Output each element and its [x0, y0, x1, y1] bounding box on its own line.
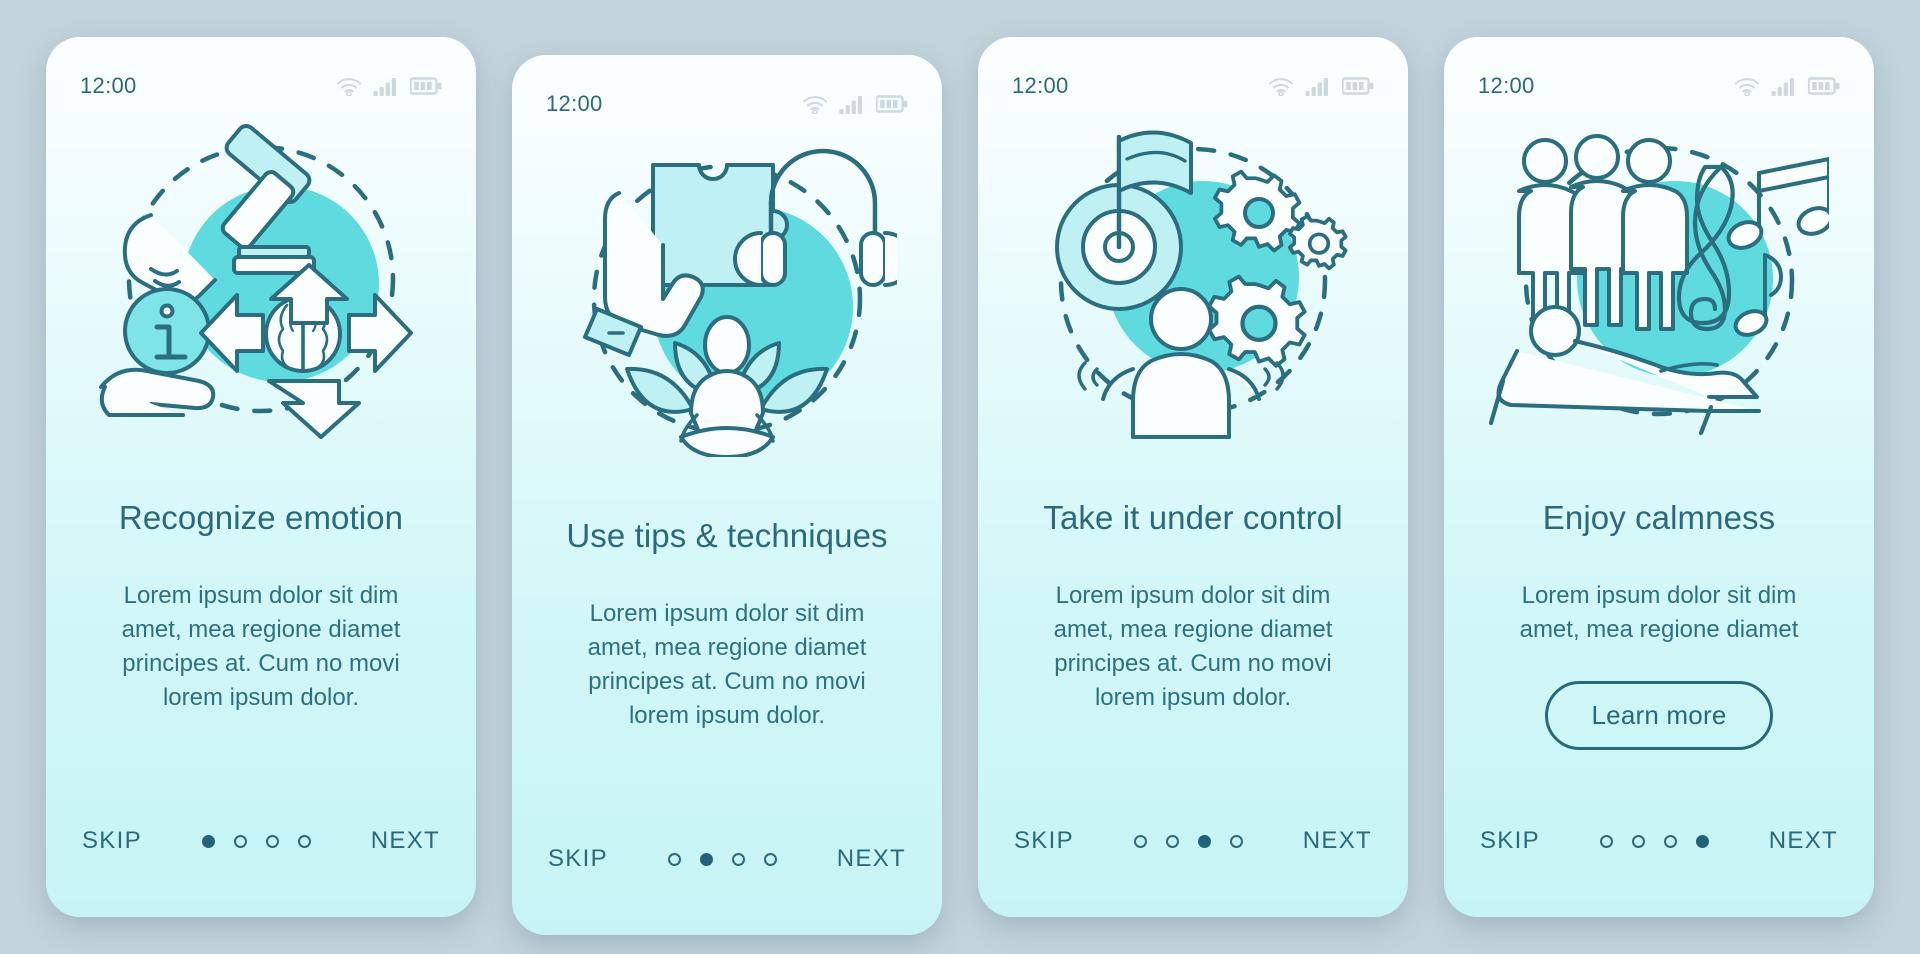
pagination-dots [667, 852, 777, 866]
signal-icon [839, 96, 862, 114]
status-bar: 12:00 [1444, 37, 1874, 111]
pagination-dots [1133, 834, 1243, 848]
pagination-dot-1[interactable] [667, 852, 681, 866]
phone-screen-enjoy-calmness: 12:00 Enjoy calmness Lorem ipsum dolor s… [1444, 37, 1874, 917]
pagination-dot-2[interactable] [1165, 834, 1179, 848]
status-bar: 12:00 [46, 37, 476, 111]
status-bar: 12:00 [512, 55, 942, 129]
status-clock: 12:00 [546, 91, 603, 116]
screen-title: Recognize emotion [118, 499, 404, 536]
status-icon-group [1268, 76, 1374, 96]
next-button[interactable]: NEXT [371, 827, 440, 855]
pagination-dot-4[interactable] [1695, 834, 1709, 848]
illustration-use-tips [512, 129, 942, 459]
skip-button[interactable]: SKIP [1014, 827, 1074, 855]
onboarding-footer: SKIP NEXT [512, 805, 942, 935]
pagination-dot-4[interactable] [297, 834, 311, 848]
wifi-icon [1735, 78, 1759, 96]
phone-screen-take-control: 12:00 Take it under control Lorem ipsum … [978, 37, 1408, 917]
battery-icon [876, 95, 908, 113]
screen-copy: Take it under control Lorem ipsum dolor … [978, 441, 1408, 787]
wifi-icon [337, 78, 361, 96]
screen-body: Lorem ipsum dolor sit dim amet, mea regi… [587, 600, 867, 730]
pagination-dot-2[interactable] [233, 834, 247, 848]
battery-icon [1808, 77, 1840, 95]
status-clock: 12:00 [80, 73, 137, 98]
pagination-dot-1[interactable] [201, 834, 215, 848]
onboarding-footer: SKIP NEXT [1444, 787, 1874, 917]
screen-title: Use tips & techniques [566, 517, 888, 554]
illustration-enjoy-calmness [1444, 111, 1874, 441]
onboarding-footer: SKIP NEXT [978, 787, 1408, 917]
signal-icon [1305, 78, 1328, 96]
next-button[interactable]: NEXT [837, 845, 906, 873]
pagination-dot-3[interactable] [731, 852, 745, 866]
wifi-icon [803, 96, 827, 114]
pagination-dot-1[interactable] [1599, 834, 1613, 848]
screen-title: Enjoy calmness [1542, 499, 1776, 536]
screen-copy: Recognize emotion Lorem ipsum dolor sit … [46, 441, 476, 787]
pagination-dot-1[interactable] [1133, 834, 1147, 848]
status-icon-group [1734, 76, 1840, 96]
status-clock: 12:00 [1478, 73, 1535, 98]
next-button[interactable]: NEXT [1303, 827, 1372, 855]
screen-copy: Use tips & techniques Lorem ipsum dolor … [512, 459, 942, 805]
pagination-dot-3[interactable] [1197, 834, 1211, 848]
pagination-dots [201, 834, 311, 848]
illustration-recognize-emotion [46, 111, 476, 441]
battery-icon [1342, 77, 1374, 95]
skip-button[interactable]: SKIP [548, 845, 608, 873]
screen-body: Lorem ipsum dolor sit dim amet, mea regi… [1053, 582, 1333, 712]
phone-screen-use-tips: 12:00 Use tips & techniques Lorem ipsum … [512, 55, 942, 935]
onboarding-footer: SKIP NEXT [46, 787, 476, 917]
pagination-dot-4[interactable] [1229, 834, 1243, 848]
wifi-icon [1269, 78, 1293, 96]
illustration-take-control [978, 111, 1408, 441]
screen-body: Lorem ipsum dolor sit dim amet, mea regi… [121, 582, 401, 712]
screen-title: Take it under control [1043, 499, 1343, 536]
screen-copy: Enjoy calmness Lorem ipsum dolor sit dim… [1444, 441, 1874, 787]
onboarding-screens-stage: 12:00 Recognize emotion Lorem ipsum dolo… [0, 0, 1920, 954]
screen-body: Lorem ipsum dolor sit dim amet, mea regi… [1519, 582, 1799, 644]
next-button[interactable]: NEXT [1769, 827, 1838, 855]
pagination-dots [1599, 834, 1709, 848]
signal-icon [373, 78, 396, 96]
battery-icon [410, 77, 442, 95]
phone-screen-recognize-emotion: 12:00 Recognize emotion Lorem ipsum dolo… [46, 37, 476, 917]
learn-more-button[interactable]: Learn more [1544, 681, 1774, 751]
pagination-dot-4[interactable] [763, 852, 777, 866]
pagination-dot-2[interactable] [1631, 834, 1645, 848]
status-bar: 12:00 [978, 37, 1408, 111]
pagination-dot-3[interactable] [1663, 834, 1677, 848]
status-icon-group [336, 76, 442, 96]
pagination-dot-3[interactable] [265, 834, 279, 848]
status-icon-group [802, 94, 908, 114]
skip-button[interactable]: SKIP [1480, 827, 1540, 855]
pagination-dot-2[interactable] [699, 852, 713, 866]
signal-icon [1771, 78, 1794, 96]
skip-button[interactable]: SKIP [82, 827, 142, 855]
status-clock: 12:00 [1012, 73, 1069, 98]
